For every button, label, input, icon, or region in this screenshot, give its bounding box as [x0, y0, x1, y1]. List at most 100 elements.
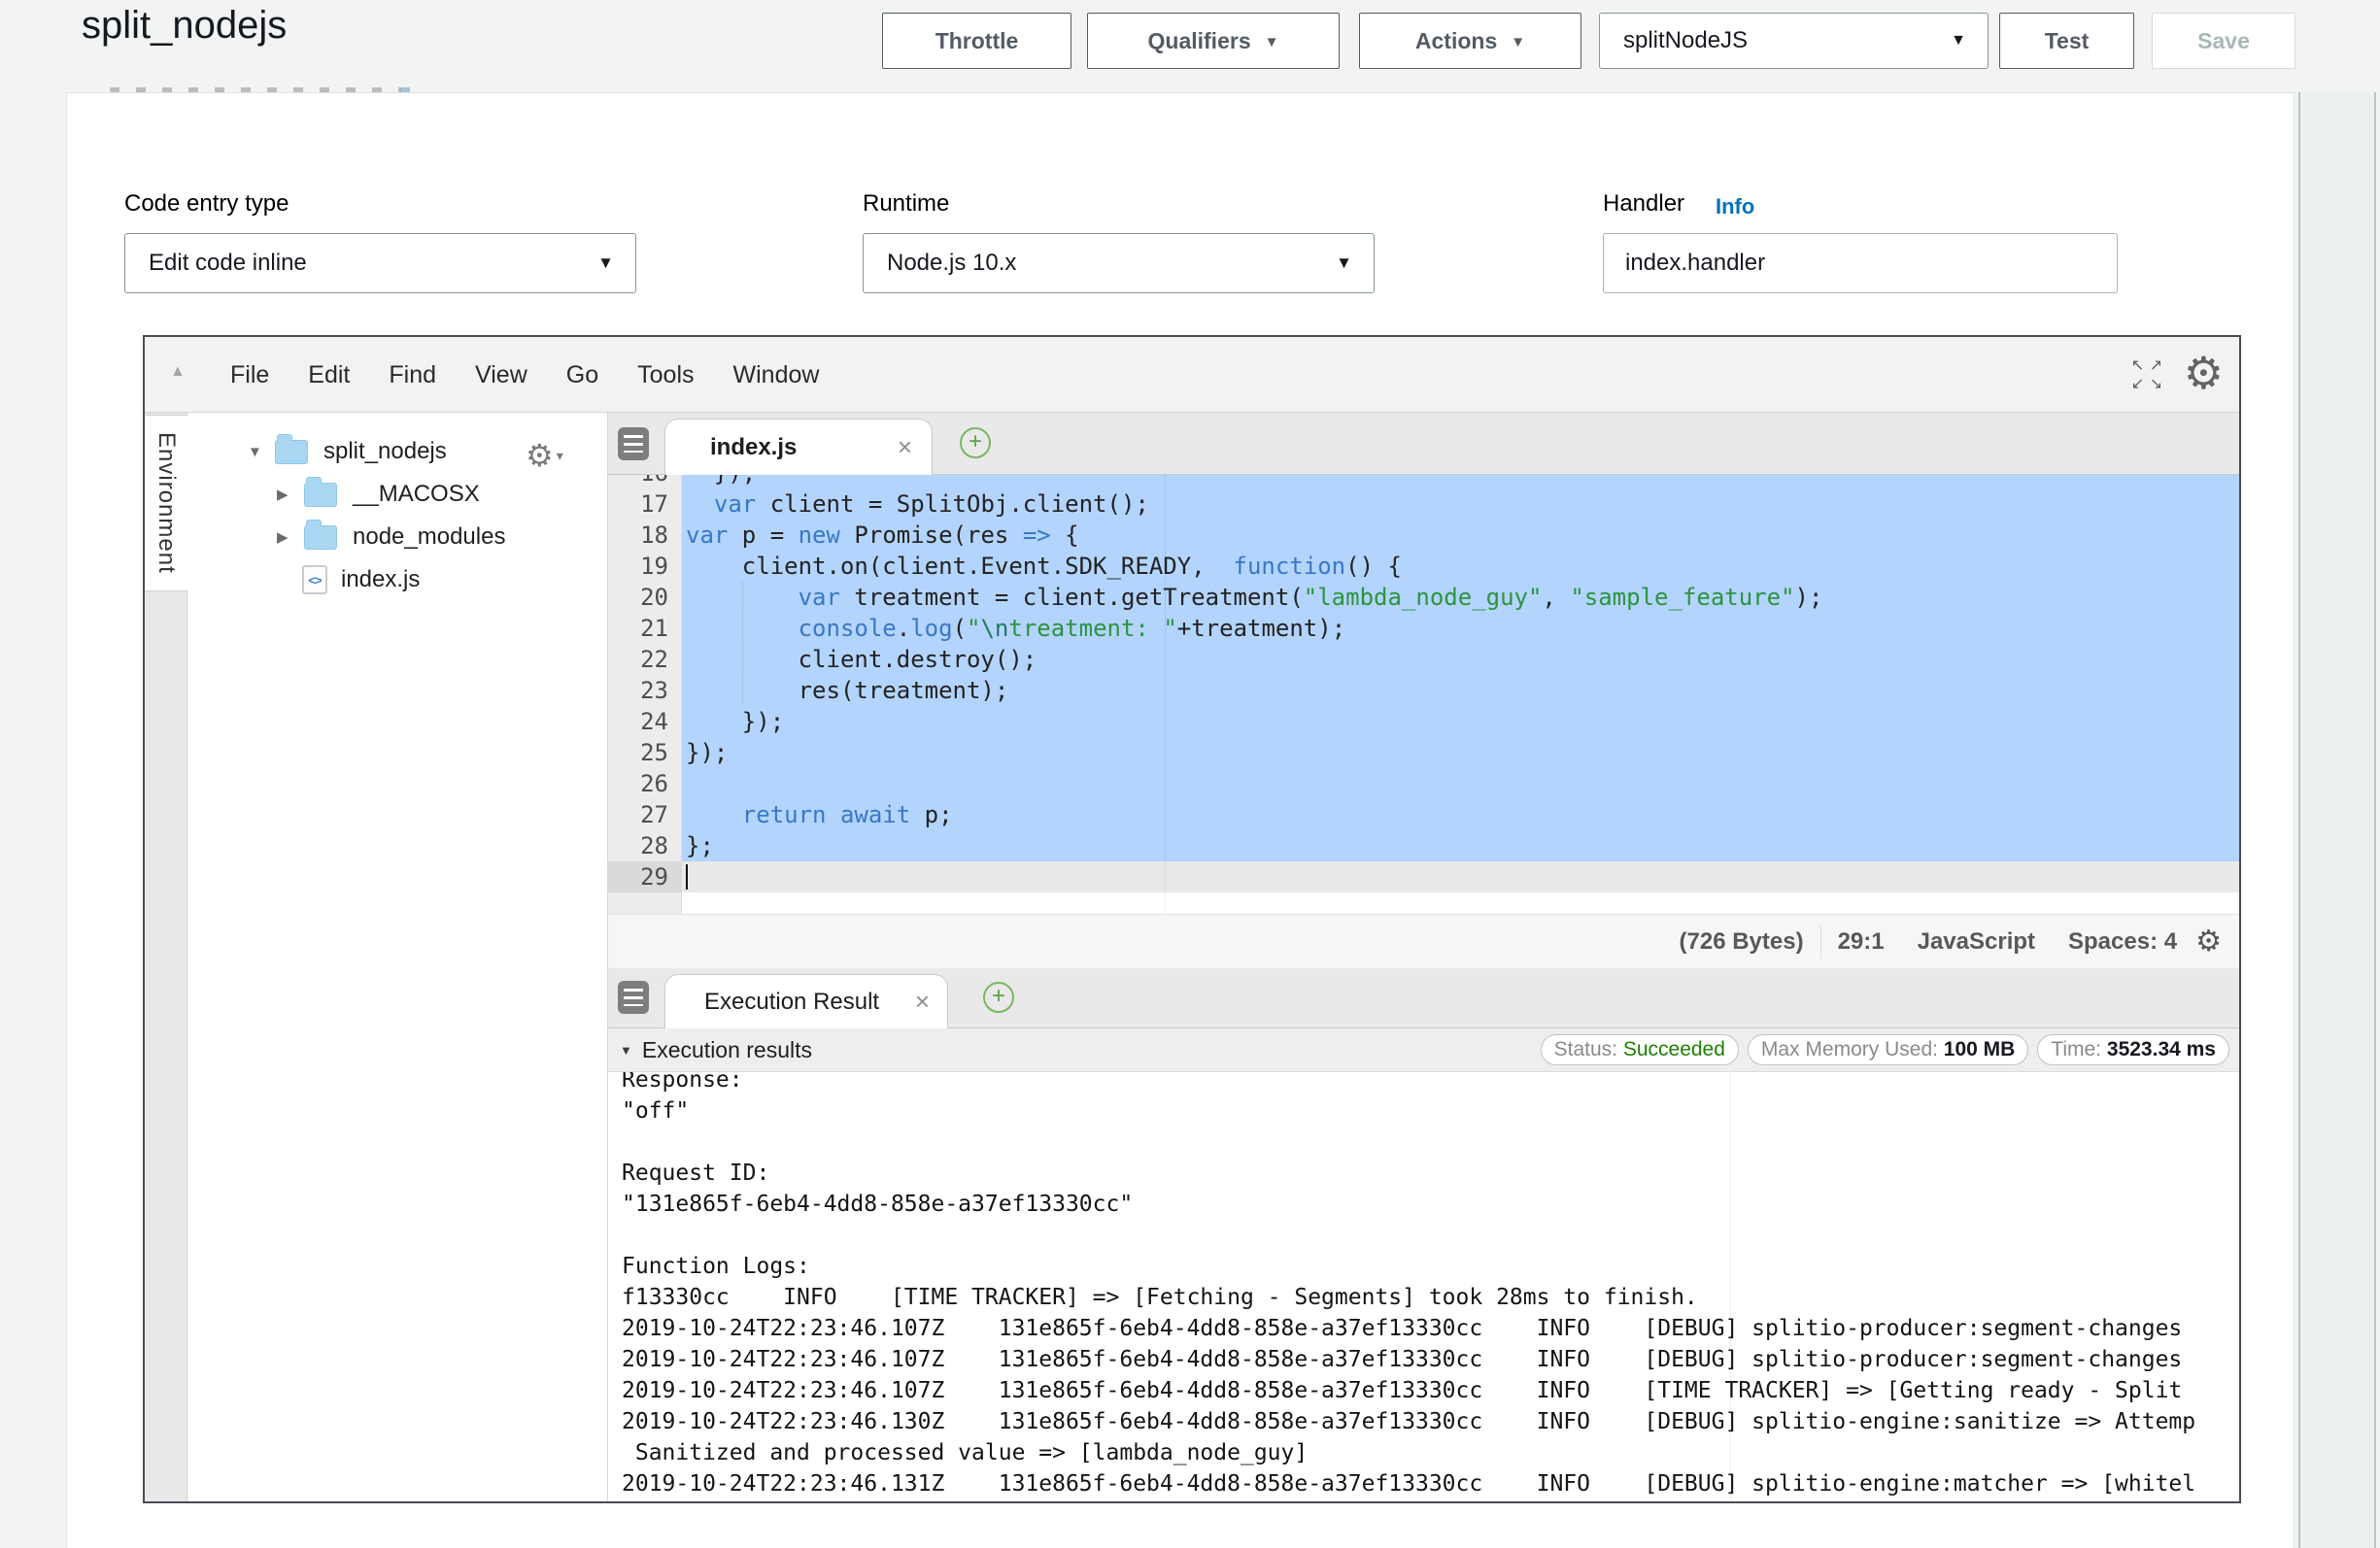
folder-icon	[304, 483, 337, 507]
tree-children: ▶__MACOSX▶node_modules<>index.js	[187, 473, 607, 601]
status-item: 29:1	[1820, 925, 1901, 959]
code-line-23: res(treatment);	[686, 675, 1008, 706]
page-title: split_nodejs	[82, 4, 287, 48]
code-editor-viewport[interactable]: 1617181920212223242526272829 }); var cli…	[608, 475, 2239, 914]
gutter-line-number: 25	[608, 737, 682, 768]
close-tab-icon[interactable]: ×	[915, 987, 930, 1017]
log-line: "131e865f-6eb4-4dd8-858e-a37ef13330cc"	[622, 1189, 1133, 1220]
save-button[interactable]: Save	[2152, 13, 2295, 69]
chevron-down-icon: ▼	[1511, 34, 1525, 50]
runtime-label: Runtime	[863, 190, 949, 218]
execution-results-title: Execution results	[642, 1037, 812, 1063]
menu-view[interactable]: View	[475, 361, 527, 389]
tree-item-__MACOSX[interactable]: ▶__MACOSX	[187, 473, 607, 516]
chevron-small-icon: ▾	[557, 440, 563, 471]
gutter-line-number: 23	[608, 675, 682, 706]
log-line: 2019-10-24T22:23:46.130Z 131e865f-6eb4-4…	[622, 1406, 2195, 1437]
tab-index-js[interactable]: index.js ×	[664, 419, 933, 475]
tab-list-icon[interactable]	[618, 427, 649, 460]
log-line: 2019-10-24T22:23:46.107Z 131e865f-6eb4-4…	[622, 1313, 2182, 1344]
actions-button[interactable]: Actions ▼	[1359, 13, 1581, 69]
tree-item-index.js[interactable]: <>index.js	[187, 558, 607, 601]
editor-settings-gear-icon[interactable]: ⚙	[2184, 349, 2224, 397]
statusbar-gear-icon[interactable]: ⚙	[2195, 925, 2222, 959]
code-line-28: };	[686, 830, 714, 861]
menu-find[interactable]: Find	[389, 361, 436, 389]
chevron-expanded-icon[interactable]: ▼	[248, 444, 275, 460]
test-event-select-value: splitNodeJS	[1623, 27, 1748, 54]
js-file-icon: <>	[302, 565, 327, 594]
log-line: "off"	[622, 1095, 689, 1127]
menu-tools[interactable]: Tools	[637, 361, 694, 389]
tree-root-label: split_nodejs	[323, 438, 447, 465]
log-line: Sanitized and processed value => [lambda…	[622, 1437, 1308, 1468]
code-tabbar: index.js × +	[608, 413, 2239, 475]
handler-label: Handler	[1603, 190, 1684, 218]
menu-edit[interactable]: Edit	[308, 361, 350, 389]
code-line-16: });	[686, 475, 756, 488]
test-button[interactable]: Test	[1999, 13, 2134, 69]
gutter-line-number: 16	[608, 475, 682, 488]
test-event-select[interactable]: splitNodeJS ▼	[1599, 13, 1989, 69]
page-scrollbar[interactable]	[2298, 92, 2376, 1548]
collapse-panel-icon[interactable]: ▲	[170, 363, 186, 381]
new-tab-button[interactable]: +	[983, 982, 1014, 1013]
menu-file[interactable]: File	[230, 361, 269, 389]
gutter-line-number: 24	[608, 706, 682, 737]
editor-statusbar: (726 Bytes)29:1JavaScriptSpaces: 4 ⚙	[608, 914, 2239, 968]
actions-button-label: Actions	[1415, 28, 1497, 54]
gutter-line-number: 19	[608, 551, 682, 582]
exec-tabbar: Execution Result × +	[608, 968, 2239, 1028]
runtime-select[interactable]: Node.js 10.x ▼	[863, 233, 1375, 293]
tab-list-icon[interactable]	[618, 981, 649, 1014]
chevron-down-icon: ▼	[1336, 253, 1352, 273]
log-line: Request ID:	[622, 1158, 769, 1189]
editor-menubar: ▲ File Edit Find View Go Tools Window ↖↗↙↘ ⚙	[145, 337, 2239, 413]
status-items: (726 Bytes)29:1JavaScriptSpaces: 4	[1663, 925, 2194, 959]
execution-badges: Status: SucceededMax Memory Used: 100 MB…	[1541, 1034, 2229, 1065]
tree-item-node_modules[interactable]: ▶node_modules	[187, 516, 607, 558]
status-item: (726 Bytes)	[1663, 925, 1820, 959]
menu-go[interactable]: Go	[566, 361, 598, 389]
gutter-line-number: 28	[608, 830, 682, 861]
chevron-collapsed-icon[interactable]: ▶	[277, 528, 304, 546]
clipped-text-sliver	[400, 87, 410, 92]
execution-results-toggle[interactable]: ▼ Execution results	[620, 1037, 812, 1063]
chevron-collapsed-icon[interactable]: ▶	[277, 486, 304, 503]
code-line-17: var client = SplitObj.client();	[686, 488, 1149, 520]
code-line-25: });	[686, 737, 728, 768]
code-line-24: });	[686, 706, 784, 737]
throttle-button[interactable]: Throttle	[882, 13, 1071, 69]
menu-window[interactable]: Window	[733, 361, 820, 389]
close-tab-icon[interactable]: ×	[898, 432, 912, 462]
tab-execution-result-label: Execution Result	[704, 989, 879, 1016]
tree-settings-gear-icon[interactable]: ⚙▾	[526, 440, 563, 471]
gutter-line-number: 21	[608, 613, 682, 644]
chevron-down-icon: ▼	[1951, 32, 1966, 50]
print-margin-line	[1165, 475, 1166, 914]
log-line: Function Logs:	[622, 1251, 810, 1282]
log-line: Response:	[622, 1072, 743, 1095]
tab-execution-result[interactable]: Execution Result ×	[664, 974, 948, 1028]
code-entry-type-select[interactable]: Edit code inline ▼	[124, 233, 636, 293]
exec-badge-label: Time:	[2051, 1038, 2107, 1060]
log-line: 2019-10-24T22:23:46.107Z 131e865f-6eb4-4…	[622, 1344, 2182, 1375]
chevron-down-icon: ▼	[1265, 34, 1279, 50]
fullscreen-icon[interactable]: ↖↗↙↘	[2128, 356, 2165, 393]
environment-tab-label: Environment	[153, 432, 180, 574]
new-tab-button[interactable]: +	[960, 427, 991, 458]
gutter-line-number: 29	[608, 861, 682, 892]
exec-badge-label: Max Memory Used:	[1761, 1038, 1944, 1060]
exec-badge-value: 3523.34 ms	[2107, 1038, 2216, 1060]
file-tree-panel: ▼ split_nodejs ▶__MACOSX▶node_modules<>i…	[187, 413, 608, 1501]
gutter-line-number: 18	[608, 520, 682, 551]
handler-input[interactable]	[1603, 233, 2118, 293]
code-line-18: var p = new Promise(res => {	[686, 520, 1079, 551]
gutter-line-number: 20	[608, 582, 682, 613]
exec-badge: Max Memory Used: 100 MB	[1748, 1034, 2028, 1065]
handler-info-link[interactable]: Info	[1716, 194, 1754, 219]
menu-items: File Edit Find View Go Tools Window	[230, 337, 819, 413]
environment-tab[interactable]: Environment	[145, 415, 187, 591]
qualifiers-button[interactable]: Qualifiers ▼	[1087, 13, 1340, 69]
status-item: JavaScript	[1901, 925, 2052, 959]
